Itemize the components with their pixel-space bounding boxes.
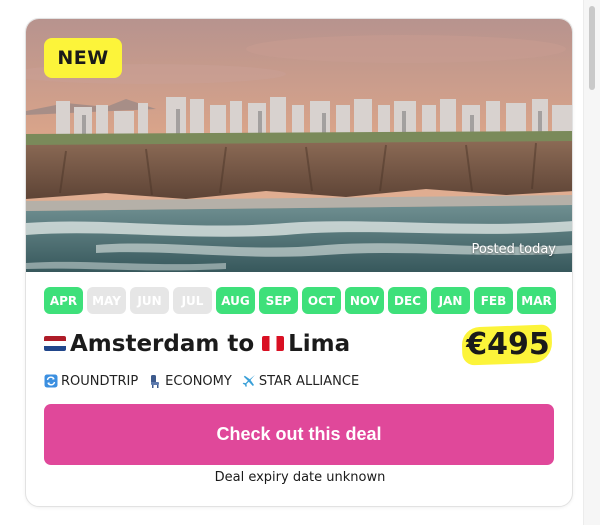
feature-label: ECONOMY [165,373,232,389]
deal-expiry-note: Deal expiry date unknown [214,470,386,485]
netherlands-flag-icon [44,335,66,351]
month-pill: MAR [517,287,556,314]
price-tag: €495 [460,322,556,366]
month-pill: JUL [173,287,212,314]
feature-class: ECONOMY [148,374,232,389]
check-out-deal-button[interactable]: Check out this deal [44,404,554,465]
peru-flag-icon [262,335,285,351]
posted-date: Posted today [471,242,556,257]
travel-months: APR MAY JUN JUL AUG SEP OCT NOV DEC JAN … [44,287,556,314]
page-scrollbar[interactable] [583,0,600,525]
new-badge: NEW [44,38,122,78]
feature-label: STAR ALLIANCE [258,373,360,389]
month-pill: JUN [130,287,169,314]
month-pill: OCT [302,287,341,314]
feature-label: ROUNDTRIP [61,373,139,389]
feature-roundtrip: ROUNDTRIP [44,374,138,389]
month-pill: NOV [345,287,384,314]
deal-features: ROUNDTRIP ECONOMY STAR ALLIANCE [44,371,369,391]
airplane-icon [242,374,256,388]
feature-alliance: STAR ALLIANCE [242,374,359,389]
month-pill: SEP [259,287,298,314]
origin-city: Amsterdam [70,331,220,357]
month-pill: DEC [388,287,427,314]
month-pill: AUG [216,287,255,314]
month-pill: APR [44,287,83,314]
route-connector: to [227,331,255,357]
seat-icon [148,374,162,388]
price-value: €495 [466,326,550,362]
deal-card: NEW Posted today APR MAY JUN JUL AUG SEP… [25,18,573,507]
month-pill: FEB [474,287,513,314]
roundtrip-icon [44,374,58,388]
destination-city: Lima [288,331,351,357]
scrollbar-thumb[interactable] [589,6,595,90]
month-pill: JAN [431,287,470,314]
month-pill: MAY [87,287,126,314]
route-title: Amsterdam to Lima [44,327,350,361]
destination-photo: NEW Posted today [26,19,572,272]
